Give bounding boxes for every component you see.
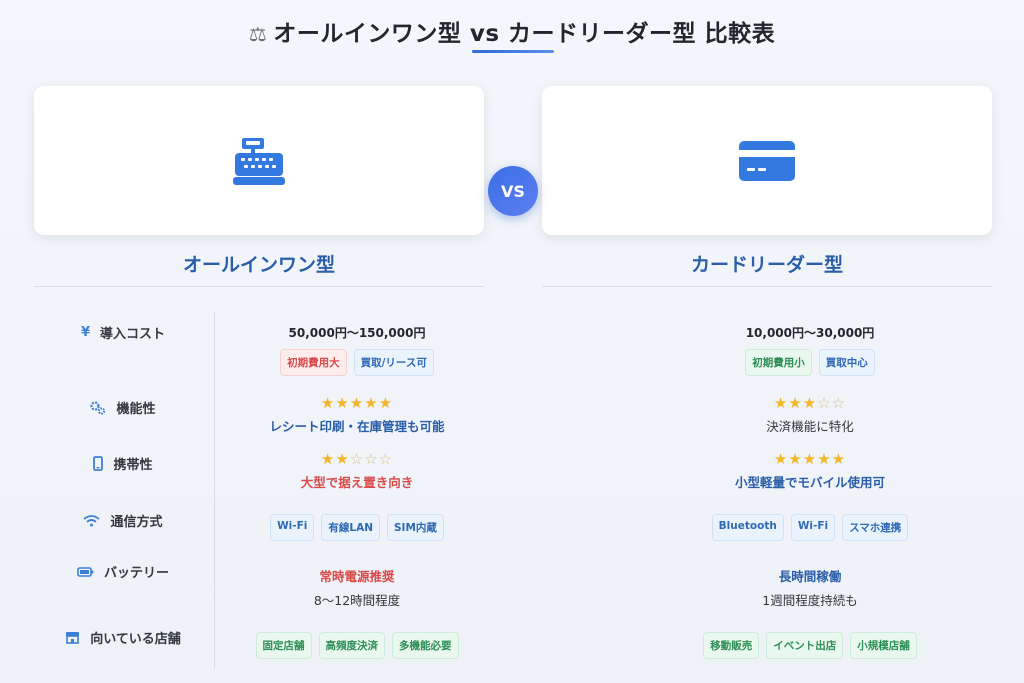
tag: 多機能必要 [392, 632, 459, 659]
cost-value: 50,000円〜150,000円 [288, 326, 426, 340]
tag: 高頻度決済 [318, 632, 385, 659]
vs-badge: VS [488, 166, 538, 216]
comm-tags: Bluetooth Wi-Fi スマホ連携 [690, 514, 930, 541]
tag: Wi-Fi [790, 514, 836, 541]
row-label-battery: バッテリー [40, 562, 206, 581]
tag: 買取/リース可 [353, 349, 434, 376]
row-label-cost: ¥ 導入コスト [80, 325, 166, 342]
all-in-one-title: オールインワン型 [182, 254, 335, 276]
row-label-portability: 携帯性 [40, 454, 206, 473]
store-tags: 移動販売 イベント出店 小規模店舗 [690, 632, 930, 659]
store-icon [65, 631, 80, 644]
row-label-function: 機能性 [40, 398, 206, 417]
function-text: レシート印刷・在庫管理も可能 [269, 419, 445, 434]
card-reader-title: カードリーダー型 [690, 254, 843, 276]
function-text: 決済機能に特化 [766, 419, 854, 434]
battery-icon [77, 566, 94, 577]
column-divider [214, 312, 215, 668]
function-rating: ★★★☆☆ [773, 394, 847, 412]
card-reader-card [542, 86, 992, 235]
tag: 移動販売 [703, 632, 760, 659]
scale-icon: ⚖ [248, 22, 268, 46]
comm-tags: Wi-Fi 有線LAN SIM内蔵 [230, 514, 484, 541]
wifi-icon [83, 514, 101, 527]
battery-sub: 1週間程度持続も [762, 593, 858, 608]
tag: SIM内蔵 [387, 514, 444, 541]
portability-rating: ★★★★★ [773, 450, 847, 468]
tag: 初期費用大 [280, 349, 347, 376]
divider [34, 286, 484, 287]
battery-main: 長時間稼働 [778, 569, 842, 584]
portability-text: 小型軽量でモバイル使用可 [734, 475, 885, 490]
cost-value: 10,000円〜30,000円 [745, 326, 875, 340]
function-rating: ★★★★★ [320, 394, 394, 412]
battery-sub: 8〜12時間程度 [313, 593, 401, 608]
divider [542, 286, 992, 287]
store-tags: 固定店舗 高頻度決済 多機能必要 [230, 632, 484, 659]
tag: 固定店舗 [255, 632, 312, 659]
cash-register-icon [233, 137, 285, 185]
tag: Bluetooth [711, 514, 784, 541]
page-title: ⚖ オールインワン型 vs カードリーダー型 比較表 [248, 21, 776, 47]
tag: 小規模店舗 [850, 632, 917, 659]
gears-icon [90, 400, 106, 415]
smartphone-icon [93, 456, 104, 471]
battery-main: 常時電源推奨 [319, 569, 395, 584]
tag: スマホ連携 [842, 514, 909, 541]
all-in-one-card [34, 86, 484, 235]
credit-card-icon [739, 140, 795, 181]
portability-text: 大型で据え置き向き [300, 475, 414, 490]
tag: 買取中心 [818, 349, 875, 376]
title-underline [472, 50, 554, 53]
cost-tags: 初期費用小 買取中心 [690, 349, 930, 376]
tag: Wi-Fi [270, 514, 315, 541]
tag: 初期費用小 [745, 349, 812, 376]
row-label-communication: 通信方式 [40, 511, 206, 530]
yen-icon: ¥ [80, 325, 91, 340]
cost-tags: 初期費用大 買取/リース可 [230, 349, 484, 376]
portability-rating: ★★☆☆☆ [320, 450, 394, 468]
tag: イベント出店 [766, 632, 844, 659]
row-label-store: 向いている店舗 [40, 628, 206, 647]
tag: 有線LAN [321, 514, 380, 541]
